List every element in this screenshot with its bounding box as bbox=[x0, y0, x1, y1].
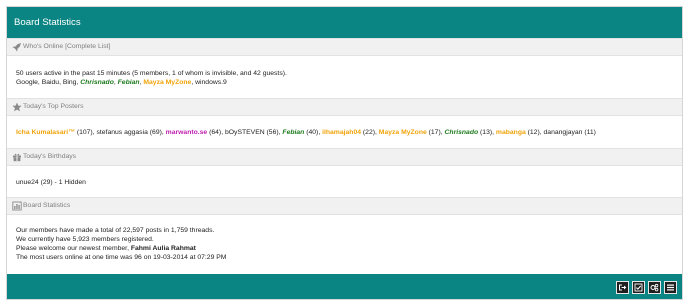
poster-name[interactable]: Chrisnado bbox=[445, 129, 479, 136]
online-tail: , windows.9 bbox=[191, 79, 227, 86]
mark-read-button[interactable] bbox=[632, 281, 645, 294]
stats-heading: Board Statistics bbox=[7, 197, 682, 215]
online-user[interactable]: Mayza MyZone bbox=[143, 79, 191, 86]
birthdays-text: unue24 (29) - 1 Hidden bbox=[16, 179, 86, 186]
rocket-icon bbox=[12, 43, 21, 52]
online-summary: 50 users active in the past 15 minutes (… bbox=[16, 70, 287, 77]
mark-read-icon bbox=[634, 283, 643, 292]
star-icon bbox=[12, 102, 22, 112]
top-posters-label: Today's Top Posters bbox=[23, 103, 84, 110]
online-bots: Google, Baidu, Bing, bbox=[16, 79, 81, 86]
newest-member-link[interactable]: Fahmi Aulia Rahmat bbox=[131, 245, 196, 252]
stats-record: The most users online at one time was 96… bbox=[16, 254, 227, 261]
poster-name[interactable]: marwanto.se bbox=[166, 129, 208, 136]
logout-icon bbox=[619, 284, 627, 291]
stats-members: We currently have 5,923 members register… bbox=[16, 236, 154, 243]
poster-name[interactable]: Mayza MyZone bbox=[379, 129, 427, 136]
poster-name[interactable]: danangjayan bbox=[544, 129, 583, 136]
complete-list-link[interactable]: [Complete List] bbox=[65, 43, 110, 50]
whos-online-label: Who's Online bbox=[23, 43, 66, 50]
panel-header: Board Statistics bbox=[7, 7, 682, 38]
community-button[interactable] bbox=[648, 281, 661, 294]
poster-name[interactable]: Febian bbox=[282, 129, 304, 136]
whos-online-heading: Who's Online [Complete List] bbox=[7, 38, 682, 56]
board-statistics-panel: Board Statistics Who's Online [Complete … bbox=[6, 6, 683, 300]
top-posters-list: Icha Kumalasari™ (107), stefanus aggasia… bbox=[16, 129, 596, 136]
list-button[interactable] bbox=[664, 281, 677, 294]
logout-button[interactable] bbox=[616, 281, 629, 294]
community-icon bbox=[650, 283, 659, 292]
poster-name[interactable]: stefanus aggasia bbox=[96, 129, 147, 136]
poster-name[interactable]: bOySTEVEN bbox=[225, 129, 265, 136]
panel-title: Board Statistics bbox=[14, 17, 81, 28]
online-users-line: Google, Baidu, Bing, Chrisnado, Febian, … bbox=[16, 79, 227, 86]
list-icon bbox=[667, 284, 674, 291]
birthdays-label: Today's Birthdays bbox=[23, 153, 77, 160]
gift-icon bbox=[13, 153, 21, 162]
poster-name[interactable]: mabanga bbox=[496, 129, 526, 136]
stats-newest: Please welcome our newest member, Fahmi … bbox=[16, 245, 196, 252]
stats-label: Board Statistics bbox=[23, 202, 71, 209]
poster-name[interactable]: ilhamajah04 bbox=[322, 129, 361, 136]
poster-name[interactable]: Icha Kumalasari™ bbox=[16, 129, 75, 136]
online-user[interactable]: Chrisnado bbox=[80, 79, 114, 86]
stats-posts: Our members have made a total of 22,597 … bbox=[16, 227, 215, 234]
bar-chart-icon bbox=[12, 201, 22, 211]
panel-footer bbox=[7, 274, 682, 299]
top-posters-heading: Today's Top Posters bbox=[7, 98, 682, 116]
birthdays-heading: Today's Birthdays bbox=[7, 148, 682, 166]
online-user[interactable]: Febian bbox=[118, 79, 140, 86]
